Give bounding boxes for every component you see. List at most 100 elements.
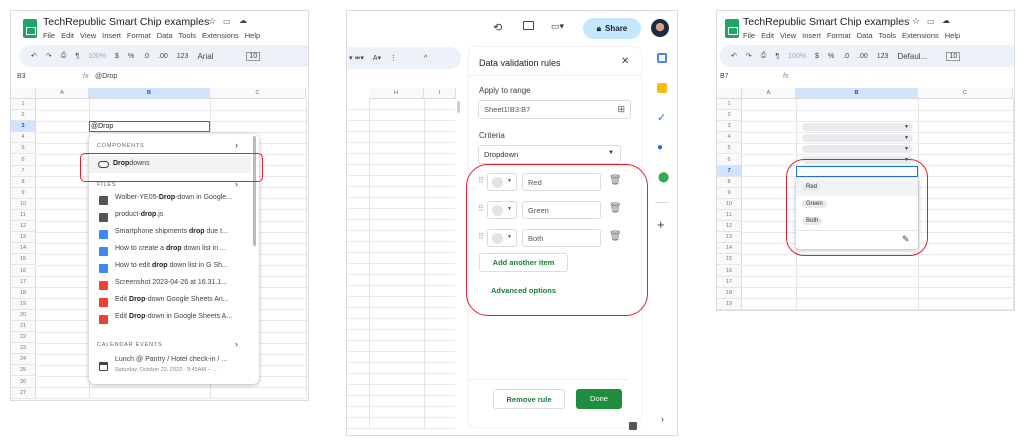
menu-extensions[interactable]: Extensions (202, 31, 239, 40)
row-header[interactable]: 7 (11, 165, 36, 177)
doc-title[interactable]: TechRepublic Smart Chip examples (743, 16, 909, 28)
row-header[interactable]: 17 (11, 276, 36, 288)
merge-icon[interactable]: ▾ ⇹▾ (349, 54, 364, 62)
menu-help[interactable]: Help (945, 31, 960, 40)
chevron-right-icon[interactable]: › (235, 339, 238, 349)
row-header[interactable]: 10 (717, 198, 742, 210)
avatar[interactable] (651, 19, 669, 37)
column-header-c[interactable]: C (210, 88, 306, 99)
sheet-scrollbar[interactable] (457, 101, 460, 113)
doc-title[interactable]: TechRepublic Smart Chip examples (43, 16, 209, 28)
row-header[interactable]: 6 (11, 154, 36, 166)
decrease-decimal-button[interactable]: .0 (843, 53, 849, 60)
trash-icon[interactable]: 🗑︎ (609, 203, 622, 214)
row-header[interactable]: 8 (717, 176, 742, 188)
comments-icon[interactable] (523, 21, 534, 30)
row-header[interactable]: 19 (717, 298, 742, 310)
file-item[interactable]: How to create a drop down list in ... (115, 245, 226, 252)
paint-format-icon[interactable]: ¶ (775, 53, 779, 60)
dropdown-option[interactable]: Both (796, 214, 918, 230)
row-header[interactable]: 12 (717, 221, 742, 233)
color-picker[interactable]: ▼ (487, 173, 517, 191)
row-header[interactable]: 17 (717, 276, 742, 288)
corner-select-all[interactable] (11, 88, 36, 99)
column-header-h[interactable]: H (369, 88, 424, 99)
row-header[interactable]: 20 (11, 309, 36, 321)
increase-decimal-button[interactable]: .00 (158, 53, 168, 60)
version-history-icon[interactable]: ⟲ (493, 21, 502, 34)
file-item[interactable]: product-drop.js (115, 211, 163, 218)
format-button[interactable]: 123 (177, 53, 189, 60)
drag-handle-icon[interactable]: ⠿ (478, 204, 484, 213)
menu-format[interactable]: Format (827, 31, 851, 40)
dropdown-option[interactable]: Red (796, 180, 918, 196)
row-header[interactable]: 21 (11, 321, 36, 332)
drag-handle-icon[interactable]: ⠿ (478, 232, 484, 241)
menu-help[interactable]: Help (245, 31, 260, 40)
cloud-icon[interactable]: ☁ (239, 16, 247, 25)
format-button[interactable]: 123 (877, 53, 889, 60)
maps-icon[interactable]: ⬤ (658, 172, 669, 183)
row-header[interactable]: 1 (717, 99, 742, 110)
column-header-i[interactable]: I (424, 88, 456, 99)
menu-extensions[interactable]: Extensions (902, 31, 939, 40)
row-header[interactable]: 15 (11, 254, 36, 266)
row-header[interactable]: 2 (11, 110, 36, 122)
expand-panel-icon[interactable]: › (661, 414, 664, 424)
tasks-icon[interactable]: ✓ (657, 111, 666, 124)
paint-format-icon[interactable]: ¶ (75, 53, 79, 60)
meet-icon[interactable]: ▭▾ (551, 21, 564, 32)
row-header[interactable]: 14 (11, 243, 36, 255)
row-header[interactable]: 5 (717, 143, 742, 155)
remove-rule-button[interactable]: Remove rule (493, 389, 565, 409)
trash-icon[interactable]: 🗑︎ (609, 175, 622, 186)
keep-icon[interactable] (657, 83, 667, 93)
file-item[interactable]: Screenshot 2023-04-26 at 16.31.1... (115, 279, 227, 286)
font-size-field[interactable]: 10 (946, 51, 961, 61)
contacts-icon[interactable]: ● (657, 142, 663, 153)
row-header[interactable]: 27 (11, 387, 36, 399)
cell-b3-editor[interactable]: @Drop (89, 121, 210, 132)
zoom-select[interactable]: 100% (88, 53, 106, 60)
dropdown-chip[interactable]: ▼ (802, 144, 913, 153)
folder-icon[interactable]: ▭ (223, 17, 231, 26)
column-header-c[interactable]: C (918, 88, 1013, 99)
menu-view[interactable]: View (780, 31, 796, 40)
name-box[interactable]: B3 (17, 73, 26, 80)
file-item[interactable]: How to edit drop down list in G Sh... (115, 262, 228, 269)
file-item[interactable]: Edit Drop-down in Google Sheets A... (115, 313, 232, 320)
grid-select-icon[interactable]: ⊞ (617, 104, 625, 115)
row-header[interactable]: 8 (11, 176, 36, 188)
file-item[interactable]: Wolber-YE05-Drop-down in Google... (115, 194, 232, 201)
percent-button[interactable]: % (128, 53, 134, 60)
increase-decimal-button[interactable]: .00 (858, 53, 868, 60)
decrease-decimal-button[interactable]: .0 (143, 53, 149, 60)
row-header[interactable]: 4 (717, 132, 742, 144)
row-header[interactable]: 18 (11, 287, 36, 299)
row-header[interactable]: 4 (11, 132, 36, 144)
column-header-b[interactable]: B (796, 88, 918, 99)
column-header-a[interactable]: A (742, 88, 796, 99)
undo-icon[interactable]: ↶ (31, 52, 37, 60)
row-header[interactable]: 6 (717, 154, 742, 166)
row-header[interactable]: 18 (717, 287, 742, 299)
explore-icon[interactable] (629, 422, 637, 430)
row-header[interactable]: 19 (11, 298, 36, 310)
drag-handle-icon[interactable]: ⠿ (478, 176, 484, 185)
undo-icon[interactable]: ↶ (731, 52, 737, 60)
row-header[interactable]: 1 (11, 99, 36, 110)
print-icon[interactable]: ⎙ (761, 52, 767, 60)
redo-icon[interactable]: ↷ (746, 52, 752, 60)
row-header[interactable]: 14 (717, 243, 742, 255)
item-value-input[interactable]: Green (522, 201, 601, 219)
range-input[interactable]: Sheet1!B3:B7 ⊞ (478, 100, 631, 119)
event-title[interactable]: Lunch @ Pantry / Hotel check-in / ... (115, 356, 227, 363)
row-header[interactable]: 23 (11, 343, 36, 355)
cell-b7-selected[interactable] (796, 166, 918, 177)
menu-edit[interactable]: Edit (761, 31, 774, 40)
row-header[interactable]: 3 (717, 121, 742, 133)
row-header[interactable]: 13 (11, 232, 36, 244)
edit-pencil-icon[interactable]: ✎ (902, 234, 910, 245)
menu-data[interactable]: Data (157, 31, 173, 40)
chevron-right-icon[interactable]: › (235, 179, 238, 189)
